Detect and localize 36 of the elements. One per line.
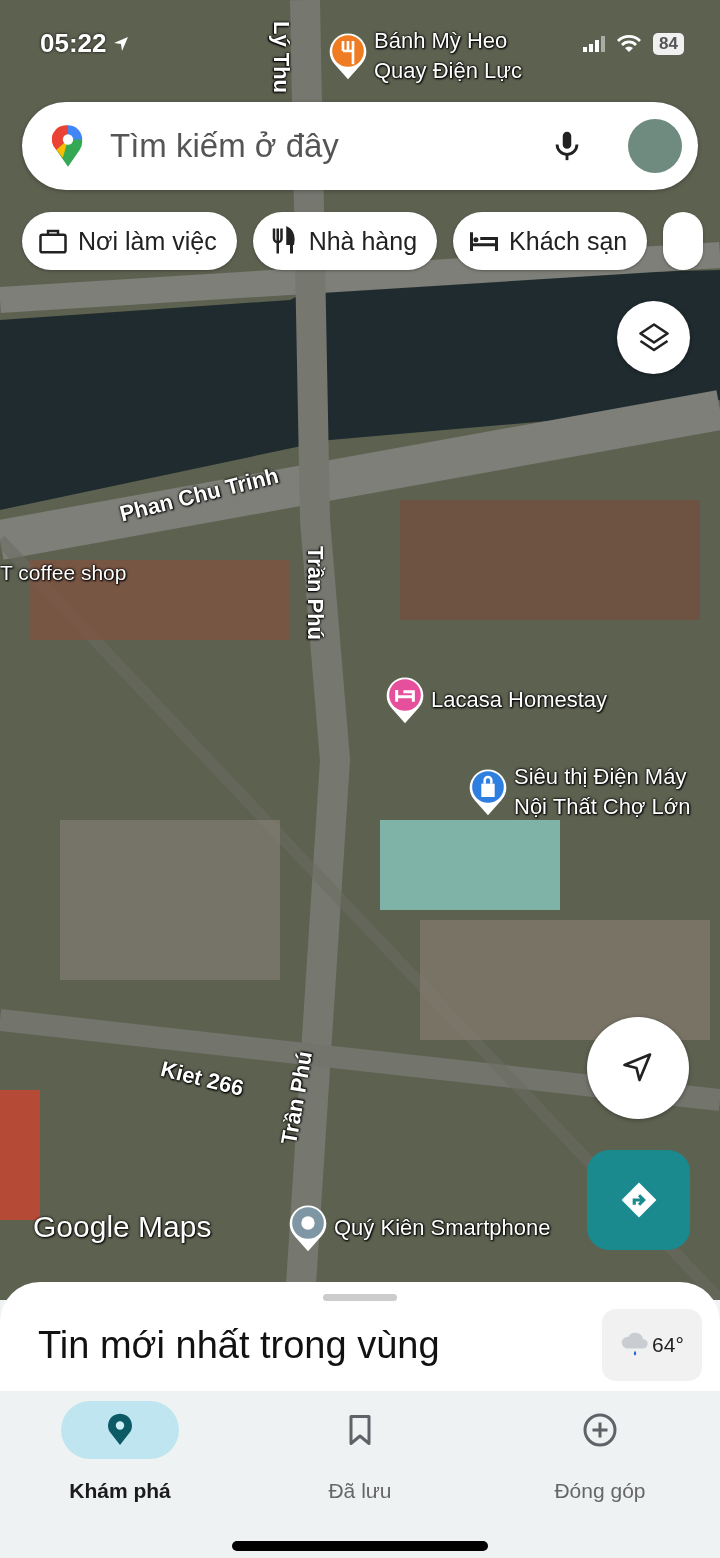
map-pin-logo-icon (52, 124, 84, 168)
location-pin-icon[interactable] (288, 1203, 328, 1253)
drag-handle[interactable] (323, 1294, 397, 1301)
street-label: Phan Chu Trinh (117, 462, 282, 528)
nav-label[interactable]: Đóng góp (554, 1479, 646, 1503)
directions-button[interactable] (587, 1150, 690, 1250)
street-label: Trần Phú (302, 545, 329, 641)
map-logo: Google Maps (33, 1210, 212, 1244)
battery-indicator: 84 (653, 32, 684, 55)
status-time: 05:22 (40, 28, 107, 59)
sheet-title: Tin mới nhất trong vùng (38, 1323, 441, 1367)
street-label: Trần Phú (276, 1049, 319, 1147)
category-chip[interactable]: Nhà hàng (252, 212, 438, 270)
category-chip[interactable]: Nơi làm việc (22, 212, 237, 270)
nav-label[interactable]: Đã lưu (328, 1479, 392, 1503)
restaurant-pin-icon[interactable] (328, 31, 368, 81)
place-label: T coffee shop (0, 561, 127, 585)
place-label[interactable]: Lacasa Homestay (431, 687, 608, 713)
place-label[interactable]: Siêu thị Điện Máy Nội Thất Chợ Lớn (514, 762, 714, 822)
shopping-bag-pin-icon[interactable] (468, 767, 508, 817)
location-arrow-icon (112, 35, 129, 52)
place-label[interactable]: Bánh Mỳ Heo Quay Điện Lực (374, 26, 544, 86)
directions-icon (619, 1181, 658, 1219)
weather-chip[interactable]: 64° (602, 1309, 702, 1381)
place-label[interactable]: Quý Kiên Smartphone (334, 1215, 551, 1241)
signal-icon (583, 35, 606, 52)
street-label: Kiet 266 (158, 1056, 247, 1102)
bed-pin-icon[interactable] (385, 675, 425, 725)
avatar[interactable] (628, 119, 682, 173)
street-label: Lý Thu (268, 20, 295, 94)
plus-circle-icon (582, 1412, 618, 1448)
search-bar[interactable]: Tìm kiếm ở đây (22, 102, 698, 190)
nav-label[interactable]: Khám phá (69, 1479, 171, 1503)
wifi-icon (617, 34, 642, 53)
search-field[interactable]: Tìm kiếm ở đây (108, 126, 550, 166)
category-chip[interactable]: Khách sạn (453, 212, 648, 270)
